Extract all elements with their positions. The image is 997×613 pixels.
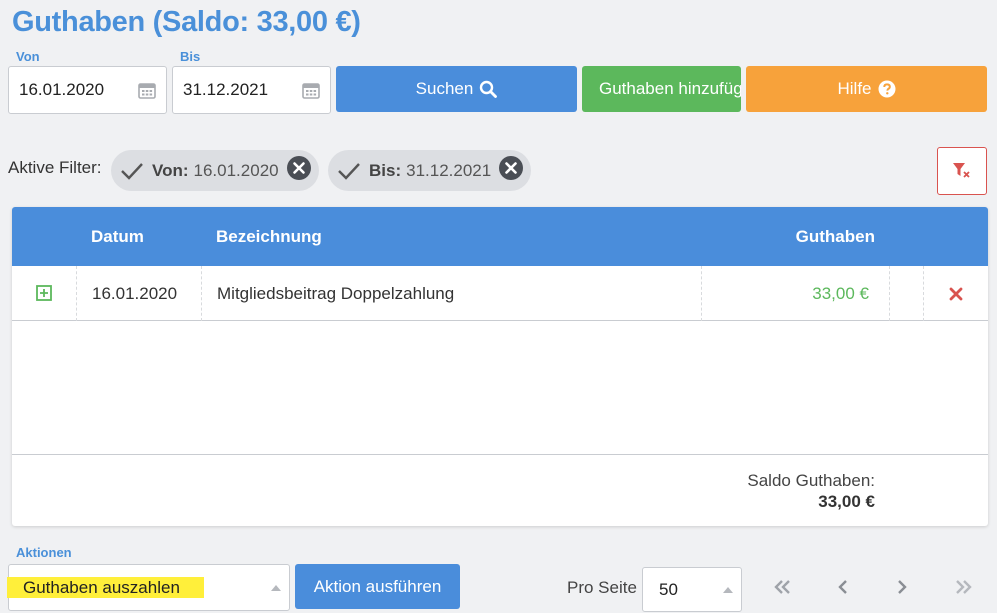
chevron-left-icon [838,580,847,594]
row-bezeichnung: Mitgliedsbeitrag Doppelzahlung [217,284,455,303]
check-icon [121,162,143,180]
last-page-button[interactable] [948,574,978,600]
action-select-value: Guthaben auszahlen [7,577,204,598]
action-select[interactable]: Guthaben auszahlen [7,564,290,611]
per-page-label: Pro Seite [567,578,637,597]
table-footer: Saldo Guthaben: 33,00 € [12,454,988,526]
search-button[interactable]: Suchen [336,66,577,112]
filter-chip-value: 31.12.2021 [406,160,492,180]
caret-up-icon [723,587,733,593]
row-datum: 16.01.2020 [92,284,178,303]
first-page-button[interactable] [768,574,798,600]
help-button-label: Hilfe [837,79,872,98]
filter-chip-from: Von: 16.01.2020 [111,150,319,191]
add-credit-button-label: Guthaben hinzufügen [599,79,741,98]
double-chevron-left-icon [774,580,790,594]
page-title: Guthaben (Saldo: 33,00 €) [12,6,361,38]
filter-chip-key: Von: [152,160,189,180]
balance-label: Saldo Guthaben: [747,471,875,490]
table-row: 16.01.2020 Mitgliedsbeitrag Doppelzahlun… [12,266,988,321]
column-header-bezeichnung[interactable]: Bezeichnung [216,227,322,247]
help-button[interactable]: Hilfe [746,66,987,112]
row-guthaben: 33,00 € [812,284,869,303]
per-page-select[interactable]: 50 [642,567,742,612]
filter-chip-value: 16.01.2020 [193,160,279,180]
filter-chip-key: Bis: [369,160,402,180]
filter-clear-icon [953,163,970,178]
credit-table: Datum Bezeichnung Guthaben 16.01.2020 Mi… [12,207,988,526]
delete-row-button[interactable] [949,286,963,306]
prev-page-button[interactable] [828,574,858,600]
question-circle-icon [878,80,895,98]
from-date-value: 16.01.2020 [19,80,105,99]
chevron-right-icon [898,580,907,594]
filter-chip-to: Bis: 31.12.2021 [328,150,532,191]
plus-square-icon[interactable] [36,285,52,306]
to-label: Bis [180,49,201,64]
column-header-guthaben[interactable]: Guthaben [796,227,875,247]
calendar-icon[interactable] [138,81,156,99]
add-credit-button[interactable]: Guthaben hinzufügen [582,66,741,112]
execute-action-button-label: Aktion ausführen [313,576,442,596]
actions-label: Aktionen [16,545,72,560]
active-filters-label: Aktive Filter: [8,158,102,177]
per-page-value: 50 [659,579,678,599]
calendar-icon[interactable] [302,81,320,99]
close-circle-icon[interactable] [499,156,524,185]
check-icon [338,162,360,180]
from-date-field[interactable]: 16.01.2020 [8,66,167,114]
to-date-value: 31.12.2021 [183,80,269,99]
from-label: Von [16,49,40,64]
column-header-datum[interactable]: Datum [91,227,144,247]
table-header: Datum Bezeichnung Guthaben [12,207,988,266]
search-button-label: Suchen [415,79,474,98]
clear-filters-button[interactable] [937,147,987,195]
double-chevron-right-icon [956,580,972,594]
x-icon [949,287,963,301]
caret-up-icon [271,585,281,591]
close-circle-icon[interactable] [286,156,311,185]
next-page-button[interactable] [887,574,917,600]
execute-action-button[interactable]: Aktion ausführen [295,564,460,609]
balance-sum: 33,00 € [818,492,875,511]
to-date-field[interactable]: 31.12.2021 [172,66,331,114]
search-icon [480,80,498,98]
